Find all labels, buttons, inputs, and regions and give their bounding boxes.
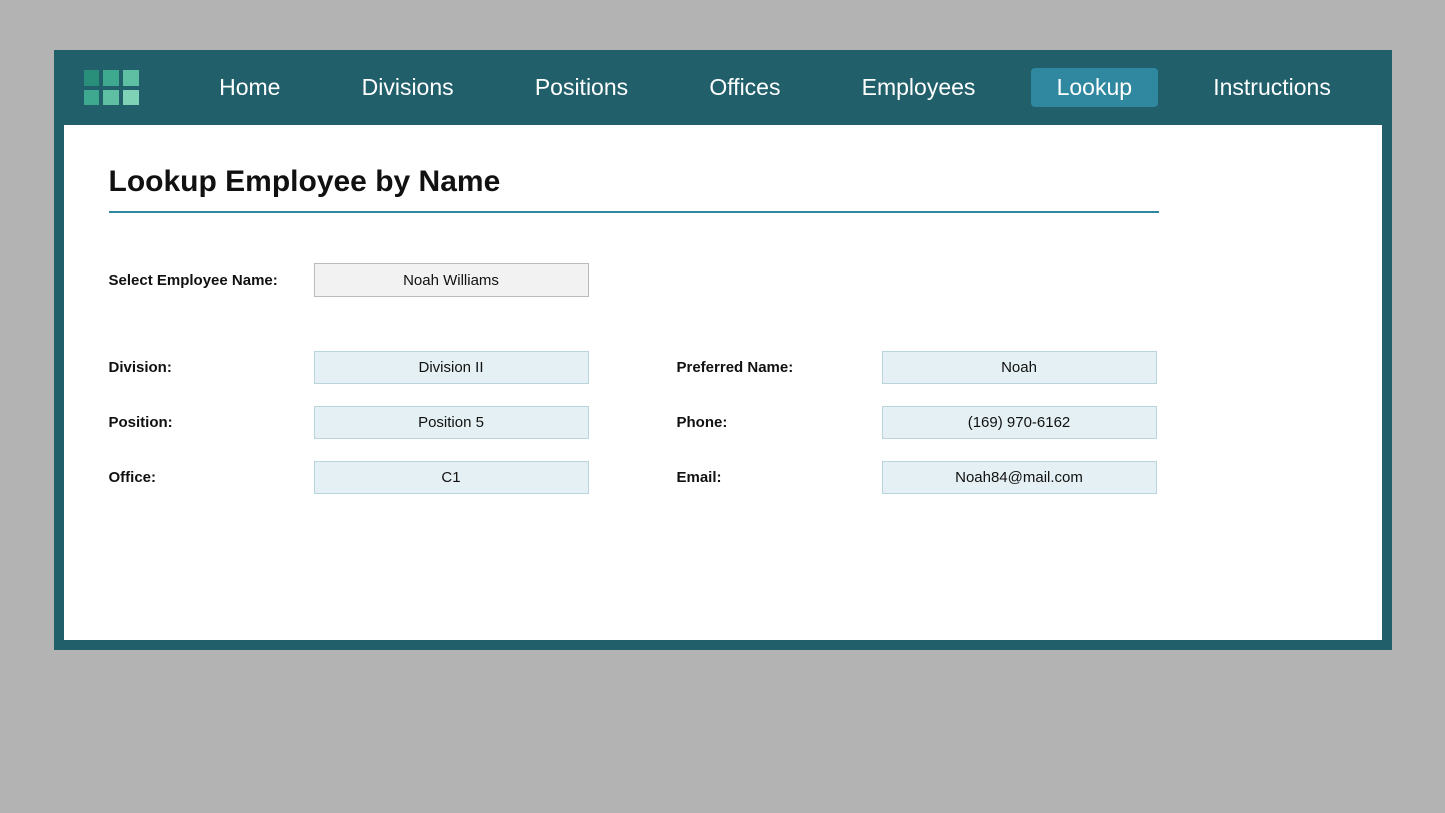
employee-select[interactable]: Noah Williams [314,263,589,297]
value-division: Division II [314,351,589,384]
logo-icon [84,70,139,105]
page-title: Lookup Employee by Name [109,165,1159,213]
content-area: Lookup Employee by Name Select Employee … [64,125,1382,640]
row-office-email: Office: C1 Email: Noah84@mail.com [109,461,1337,494]
label-preferred-name: Preferred Name: [677,359,882,376]
nav-items: Home Divisions Positions Offices Employe… [179,68,1372,107]
nav-lookup[interactable]: Lookup [1031,68,1158,107]
top-nav: Home Divisions Positions Offices Employe… [54,50,1392,125]
nav-divisions[interactable]: Divisions [336,68,480,107]
label-email: Email: [677,469,882,486]
row-division-preferred: Division: Division II Preferred Name: No… [109,351,1337,384]
value-email: Noah84@mail.com [882,461,1157,494]
label-phone: Phone: [677,414,882,431]
app-frame: Home Divisions Positions Offices Employe… [54,50,1392,650]
row-select-employee: Select Employee Name: Noah Williams [109,263,1337,297]
label-office: Office: [109,469,314,486]
label-division: Division: [109,359,314,376]
nav-home[interactable]: Home [193,68,306,107]
value-office: C1 [314,461,589,494]
value-preferred-name: Noah [882,351,1157,384]
label-position: Position: [109,414,314,431]
value-position: Position 5 [314,406,589,439]
nav-instructions[interactable]: Instructions [1187,68,1357,107]
label-select-employee: Select Employee Name: [109,272,314,289]
nav-offices[interactable]: Offices [683,68,806,107]
row-position-phone: Position: Position 5 Phone: (169) 970-61… [109,406,1337,439]
nav-positions[interactable]: Positions [509,68,654,107]
value-phone: (169) 970-6162 [882,406,1157,439]
nav-employees[interactable]: Employees [836,68,1002,107]
